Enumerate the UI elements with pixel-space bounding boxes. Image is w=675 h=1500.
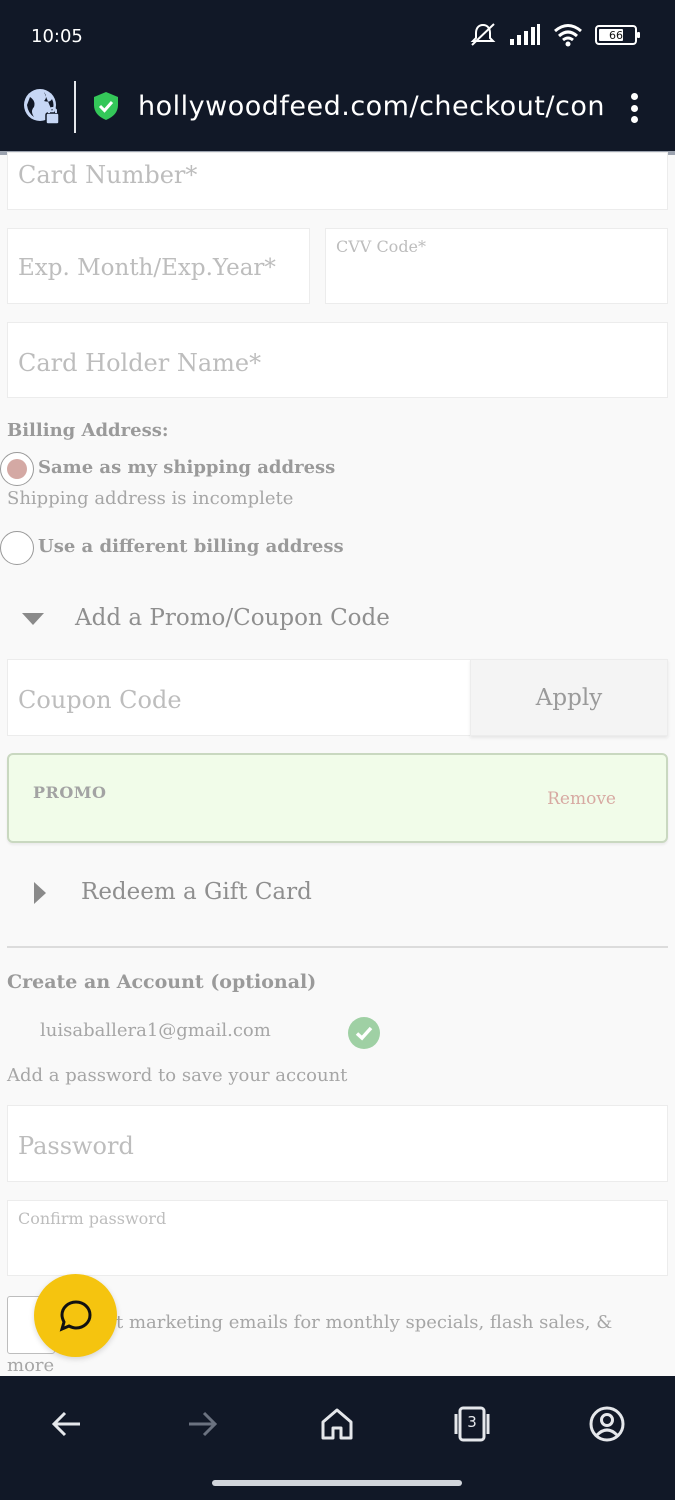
chat-button[interactable] [34, 1274, 117, 1357]
confirm-password-placeholder: Confirm password [18, 1209, 167, 1228]
home-icon[interactable] [317, 1404, 357, 1444]
expiry-placeholder: Exp. Month/Exp.Year* [18, 255, 276, 281]
toolbar-divider [74, 81, 76, 133]
account-email: luisaballera1@gmail.com [40, 1020, 271, 1041]
promo-toggle-label[interactable]: Add a Promo/Coupon Code [75, 605, 390, 631]
gesture-home-indicator[interactable] [212, 1480, 462, 1486]
create-account-heading: Create an Account (optional) [7, 971, 317, 993]
cvv-placeholder: CVV Code* [336, 237, 427, 256]
same-as-shipping-radio[interactable] [0, 452, 34, 486]
gift-card-toggle-label[interactable]: Redeem a Gift Card [81, 879, 312, 905]
promo-expand-icon[interactable] [22, 613, 44, 625]
more-menu-icon[interactable] [623, 93, 645, 123]
mute-vibrate-icon [470, 23, 496, 46]
cvv-field[interactable]: CVV Code* [325, 228, 668, 304]
browser-bottom-nav: 3 [0, 1376, 675, 1500]
back-arrow-icon[interactable] [47, 1404, 87, 1444]
applied-promo-code: PROMO [33, 783, 107, 802]
section-divider [7, 946, 668, 948]
apply-coupon-button[interactable]: Apply [470, 659, 668, 736]
password-hint: Add a password to save your account [7, 1065, 348, 1086]
tabs-count: 3 [467, 1413, 477, 1431]
site-info-icon[interactable] [22, 87, 62, 127]
status-time: 10:05 [31, 26, 83, 47]
applied-promo-banner: PROMO Remove [7, 753, 668, 843]
coupon-placeholder: Coupon Code [18, 686, 182, 714]
card-holder-placeholder: Card Holder Name* [18, 349, 262, 377]
different-billing-radio[interactable] [0, 531, 34, 565]
card-number-field[interactable]: Card Number* [7, 152, 668, 210]
tabs-icon[interactable]: 3 [452, 1404, 492, 1444]
radio-selected-dot [7, 459, 27, 479]
account-icon[interactable] [587, 1404, 627, 1444]
chat-bubble-icon [59, 1299, 92, 1332]
password-field[interactable]: Password [7, 1105, 668, 1182]
coupon-code-field[interactable]: Coupon Code [7, 659, 471, 736]
remove-promo-link[interactable]: Remove [547, 789, 616, 809]
confirm-password-field[interactable]: Confirm password [7, 1200, 668, 1276]
billing-heading: Billing Address: [7, 420, 169, 441]
same-as-shipping-label[interactable]: Same as my shipping address [38, 457, 335, 478]
address-bar[interactable]: hollywoodfeed.com/checkout/conf [138, 91, 604, 122]
status-icons: 66 [469, 22, 640, 48]
expiry-field[interactable]: Exp. Month/Exp.Year* [7, 228, 310, 304]
password-placeholder: Password [18, 1132, 134, 1160]
battery-icon: 66 [595, 25, 640, 45]
browser-toolbar: hollywoodfeed.com/checkout/conf [0, 75, 675, 155]
wifi-icon [554, 24, 582, 47]
gift-card-expand-icon[interactable] [34, 882, 46, 904]
shipping-incomplete-note: Shipping address is incomplete [7, 488, 294, 509]
email-verified-check-icon [348, 1017, 380, 1049]
battery-level: 66 [609, 28, 623, 42]
status-bar: 10:05 66 [0, 0, 675, 75]
signal-icon [510, 24, 540, 45]
secure-shield-icon [94, 92, 118, 120]
forward-arrow-icon[interactable] [182, 1404, 222, 1444]
different-billing-label[interactable]: Use a different billing address [38, 536, 344, 557]
card-holder-field[interactable]: Card Holder Name* [7, 322, 668, 398]
marketing-opt-in-label: t marketing emails for monthly specials,… [116, 1312, 613, 1333]
marketing-opt-in-label-continued: more [7, 1355, 55, 1376]
card-number-placeholder: Card Number* [18, 161, 198, 189]
